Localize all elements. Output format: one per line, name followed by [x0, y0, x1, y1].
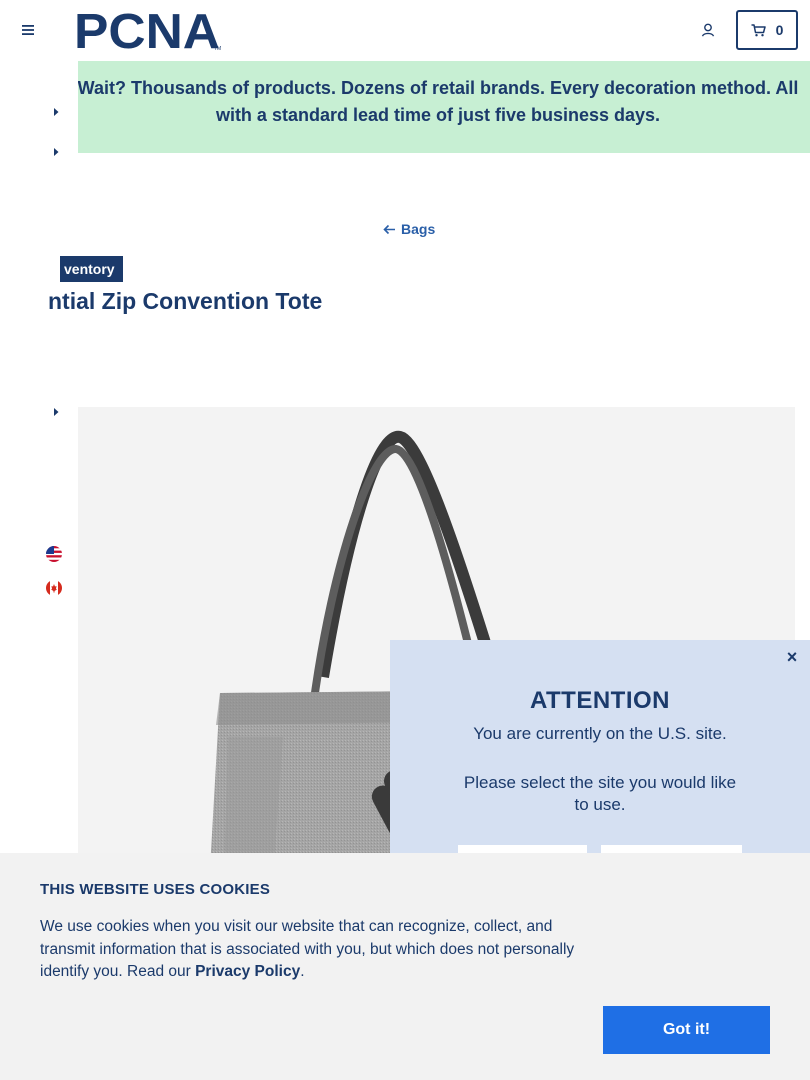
- site-header: PCNA TM 0: [0, 0, 810, 61]
- badge-label: ventory: [64, 261, 115, 277]
- promo-text: Wait? Thousands of products. Dozens of r…: [78, 78, 799, 125]
- cookie-text-end: .: [300, 963, 305, 980]
- logo-trademark: TM: [214, 46, 221, 52]
- accept-cookies-button[interactable]: Got it!: [603, 1006, 770, 1054]
- cookie-text: We use cookies when you visit our websit…: [40, 918, 575, 980]
- pcna-logo[interactable]: PCNA TM: [74, 5, 226, 59]
- cookie-banner: THIS WEBSITE USES COOKIES We use cookies…: [0, 853, 810, 1080]
- popup-instruction: Please select the site you would like to…: [463, 773, 737, 814]
- user-icon: [701, 23, 715, 37]
- menu-button[interactable]: [16, 18, 40, 42]
- privacy-policy-link[interactable]: Privacy Policy: [195, 963, 300, 980]
- caret-right-icon[interactable]: [51, 106, 61, 118]
- caret-right-icon[interactable]: [51, 146, 61, 158]
- caret-right-icon[interactable]: [51, 406, 61, 418]
- cart-count: 0: [775, 22, 784, 38]
- product-title: ntial Zip Convention Tote: [48, 288, 323, 314]
- inventory-badge: ventory: [60, 256, 123, 282]
- cart-button[interactable]: 0: [736, 10, 798, 50]
- close-icon[interactable]: ×: [784, 648, 800, 666]
- cart-icon: [751, 23, 766, 36]
- cookie-body: We use cookies when you visit our websit…: [40, 916, 610, 984]
- breadcrumb-back-link[interactable]: Bags: [383, 221, 435, 237]
- logo-text: PCNA: [74, 8, 220, 52]
- popup-current-site: You are currently on the U.S. site.: [473, 724, 727, 743]
- popup-title: ATTENTION: [529, 687, 671, 714]
- us-flag-icon[interactable]: [46, 546, 62, 562]
- arrow-left-icon: [383, 224, 395, 234]
- site-select-popup: × ATTENTION You are currently on the U.S…: [390, 640, 810, 885]
- breadcrumb-label: Bags: [401, 221, 436, 237]
- canada-flag-icon[interactable]: [46, 580, 62, 596]
- cookie-title: THIS WEBSITE USES COOKIES: [40, 881, 271, 898]
- menu-icon: [22, 25, 34, 35]
- account-button[interactable]: [696, 18, 720, 42]
- promo-banner: Wait? Thousands of products. Dozens of r…: [78, 61, 810, 153]
